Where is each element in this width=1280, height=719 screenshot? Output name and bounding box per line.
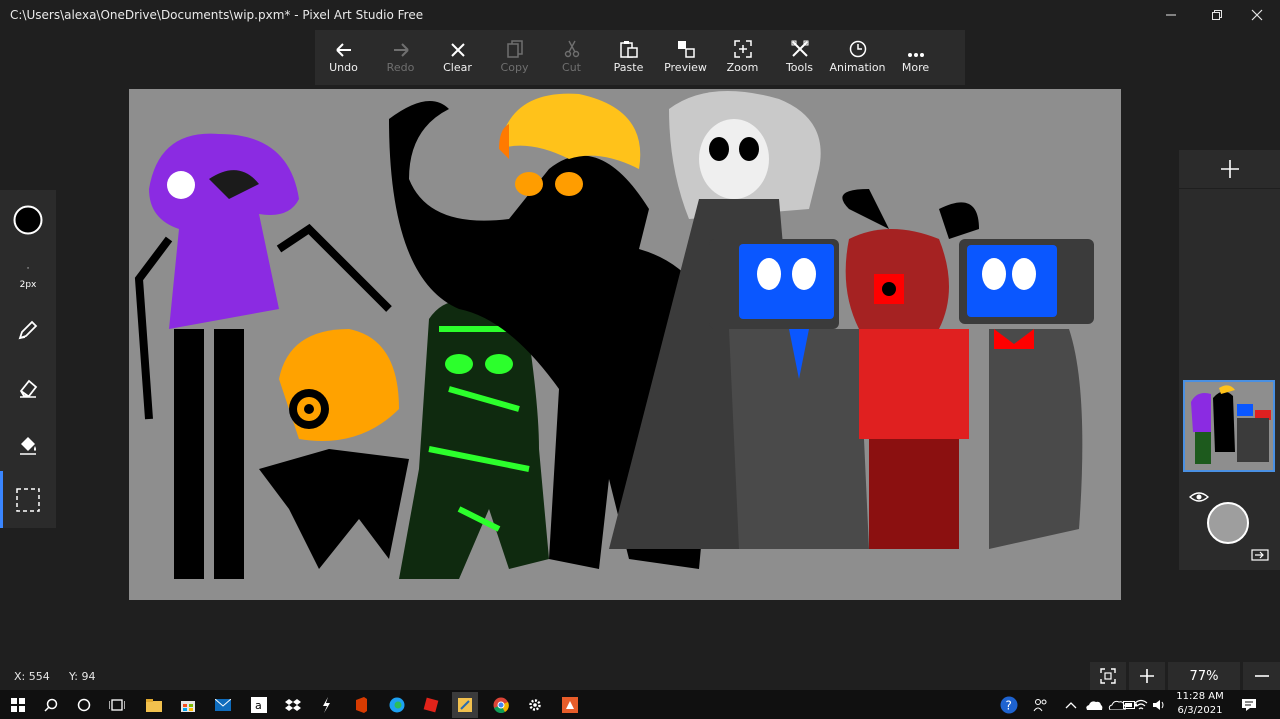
more-button[interactable]: More bbox=[887, 30, 944, 85]
app-icon[interactable] bbox=[557, 692, 583, 718]
clock-icon bbox=[849, 30, 867, 58]
pixel-art-studio-icon[interactable] bbox=[452, 692, 478, 718]
search-icon[interactable] bbox=[38, 692, 64, 718]
fit-screen-button[interactable] bbox=[1090, 662, 1126, 690]
layer-export-icon[interactable] bbox=[1251, 546, 1269, 565]
copy-icon bbox=[506, 30, 523, 58]
eye-icon[interactable] bbox=[1188, 488, 1210, 507]
copy-button[interactable]: Copy bbox=[486, 30, 543, 85]
volume-icon[interactable] bbox=[1150, 692, 1168, 718]
paste-clipboard-icon bbox=[619, 30, 638, 58]
animation-label: Animation bbox=[829, 61, 886, 74]
tool-panel: · 2px bbox=[0, 190, 56, 528]
cursor-x: X: 554 bbox=[14, 670, 50, 683]
cut-label: Cut bbox=[562, 61, 581, 74]
color-preview-swatch[interactable] bbox=[1207, 502, 1249, 544]
redo-button[interactable]: Redo bbox=[372, 30, 429, 85]
paint-bucket-icon[interactable] bbox=[0, 430, 56, 460]
cut-button[interactable]: Cut bbox=[543, 30, 600, 85]
preview-label: Preview bbox=[664, 61, 707, 74]
orange-character bbox=[259, 329, 409, 569]
brush-size-label: 2px bbox=[19, 280, 37, 290]
drawing-canvas[interactable] bbox=[129, 89, 1121, 600]
dropbox-icon[interactable] bbox=[280, 692, 306, 718]
zoom-fit-icon bbox=[733, 30, 752, 58]
layer-thumbnail-image bbox=[1185, 382, 1273, 470]
fit-screen-icon bbox=[1100, 668, 1116, 684]
taskbar-clock[interactable]: 11:28 AM 6/3/2021 bbox=[1174, 690, 1226, 718]
roblox-icon[interactable] bbox=[418, 692, 444, 718]
minimize-icon[interactable] bbox=[1148, 0, 1194, 30]
animation-button[interactable]: Animation bbox=[828, 30, 887, 85]
svg-text:a: a bbox=[255, 699, 262, 712]
tools-icon bbox=[791, 30, 809, 58]
edge-icon[interactable] bbox=[384, 692, 410, 718]
store-icon[interactable] bbox=[175, 692, 201, 718]
undo-label: Undo bbox=[329, 61, 358, 74]
clear-x-icon bbox=[450, 30, 466, 58]
zoom-label: Zoom bbox=[726, 61, 759, 74]
settings-icon[interactable] bbox=[522, 692, 548, 718]
clear-label: Clear bbox=[443, 61, 472, 74]
more-dots-icon bbox=[907, 30, 925, 58]
people-icon[interactable] bbox=[1028, 692, 1054, 718]
clear-button[interactable]: Clear bbox=[429, 30, 486, 85]
tools-button[interactable]: Tools bbox=[771, 30, 828, 85]
window-title: C:\Users\alexa\OneDrive\Documents\wip.px… bbox=[10, 8, 424, 22]
tools-label: Tools bbox=[785, 61, 814, 74]
cursor-y: Y: 94 bbox=[69, 670, 96, 683]
pencil-icon[interactable] bbox=[0, 315, 56, 345]
windows-start-icon[interactable] bbox=[5, 692, 31, 718]
brush-size-icon: · bbox=[26, 264, 30, 274]
close-icon[interactable] bbox=[1234, 0, 1280, 30]
more-label: More bbox=[901, 61, 930, 74]
add-layer-button[interactable] bbox=[1179, 150, 1280, 189]
main-toolbar: Undo Redo Clear Copy Cut Paste Preview Z… bbox=[315, 30, 965, 85]
amazon-icon[interactable]: a bbox=[246, 692, 272, 718]
title-bar: C:\Users\alexa\OneDrive\Documents\wip.px… bbox=[0, 0, 1280, 30]
zoom-level: 77% bbox=[1168, 662, 1240, 690]
preview-icon bbox=[677, 30, 695, 58]
zoom-button[interactable]: Zoom bbox=[714, 30, 771, 85]
brush-size-control[interactable]: · 2px bbox=[0, 262, 56, 292]
undo-arrow-icon bbox=[335, 30, 353, 58]
clock-date: 6/3/2021 bbox=[1177, 705, 1223, 716]
chrome-icon[interactable] bbox=[488, 692, 514, 718]
task-view-icon[interactable] bbox=[104, 692, 130, 718]
layer-thumbnail[interactable] bbox=[1183, 380, 1275, 472]
clock-time: 11:28 AM bbox=[1176, 691, 1224, 702]
app-icon[interactable] bbox=[313, 692, 339, 718]
zoom-out-button[interactable] bbox=[1243, 662, 1280, 690]
active-tool-indicator bbox=[0, 471, 3, 528]
zoom-in-icon bbox=[1140, 669, 1154, 683]
scissors-icon bbox=[564, 30, 580, 58]
layer-panel bbox=[1179, 150, 1280, 570]
undo-button[interactable]: Undo bbox=[315, 30, 372, 85]
plus-icon bbox=[1220, 160, 1239, 178]
office-icon[interactable] bbox=[348, 692, 374, 718]
paste-label: Paste bbox=[613, 61, 644, 74]
wifi-icon[interactable] bbox=[1132, 692, 1150, 718]
notification-icon[interactable] bbox=[1236, 692, 1262, 718]
brush-color-circle-icon[interactable] bbox=[0, 205, 56, 235]
cortana-icon[interactable] bbox=[71, 692, 97, 718]
selection-icon[interactable] bbox=[0, 485, 56, 515]
redo-arrow-icon bbox=[392, 30, 410, 58]
paste-button[interactable]: Paste bbox=[600, 30, 657, 85]
eraser-icon[interactable] bbox=[0, 373, 56, 403]
preview-button[interactable]: Preview bbox=[657, 30, 714, 85]
tv-head-character-right bbox=[959, 239, 1094, 549]
copy-label: Copy bbox=[500, 61, 529, 74]
file-explorer-icon[interactable] bbox=[141, 692, 167, 718]
zoom-out-icon bbox=[1254, 675, 1269, 677]
artwork bbox=[134, 91, 1094, 579]
svg-text:?: ? bbox=[1006, 699, 1012, 713]
status-bar bbox=[0, 661, 1280, 690]
zoom-in-button[interactable] bbox=[1129, 662, 1165, 690]
redo-label: Redo bbox=[386, 61, 415, 74]
mail-icon[interactable] bbox=[210, 692, 236, 718]
help-icon[interactable]: ? bbox=[996, 692, 1022, 718]
